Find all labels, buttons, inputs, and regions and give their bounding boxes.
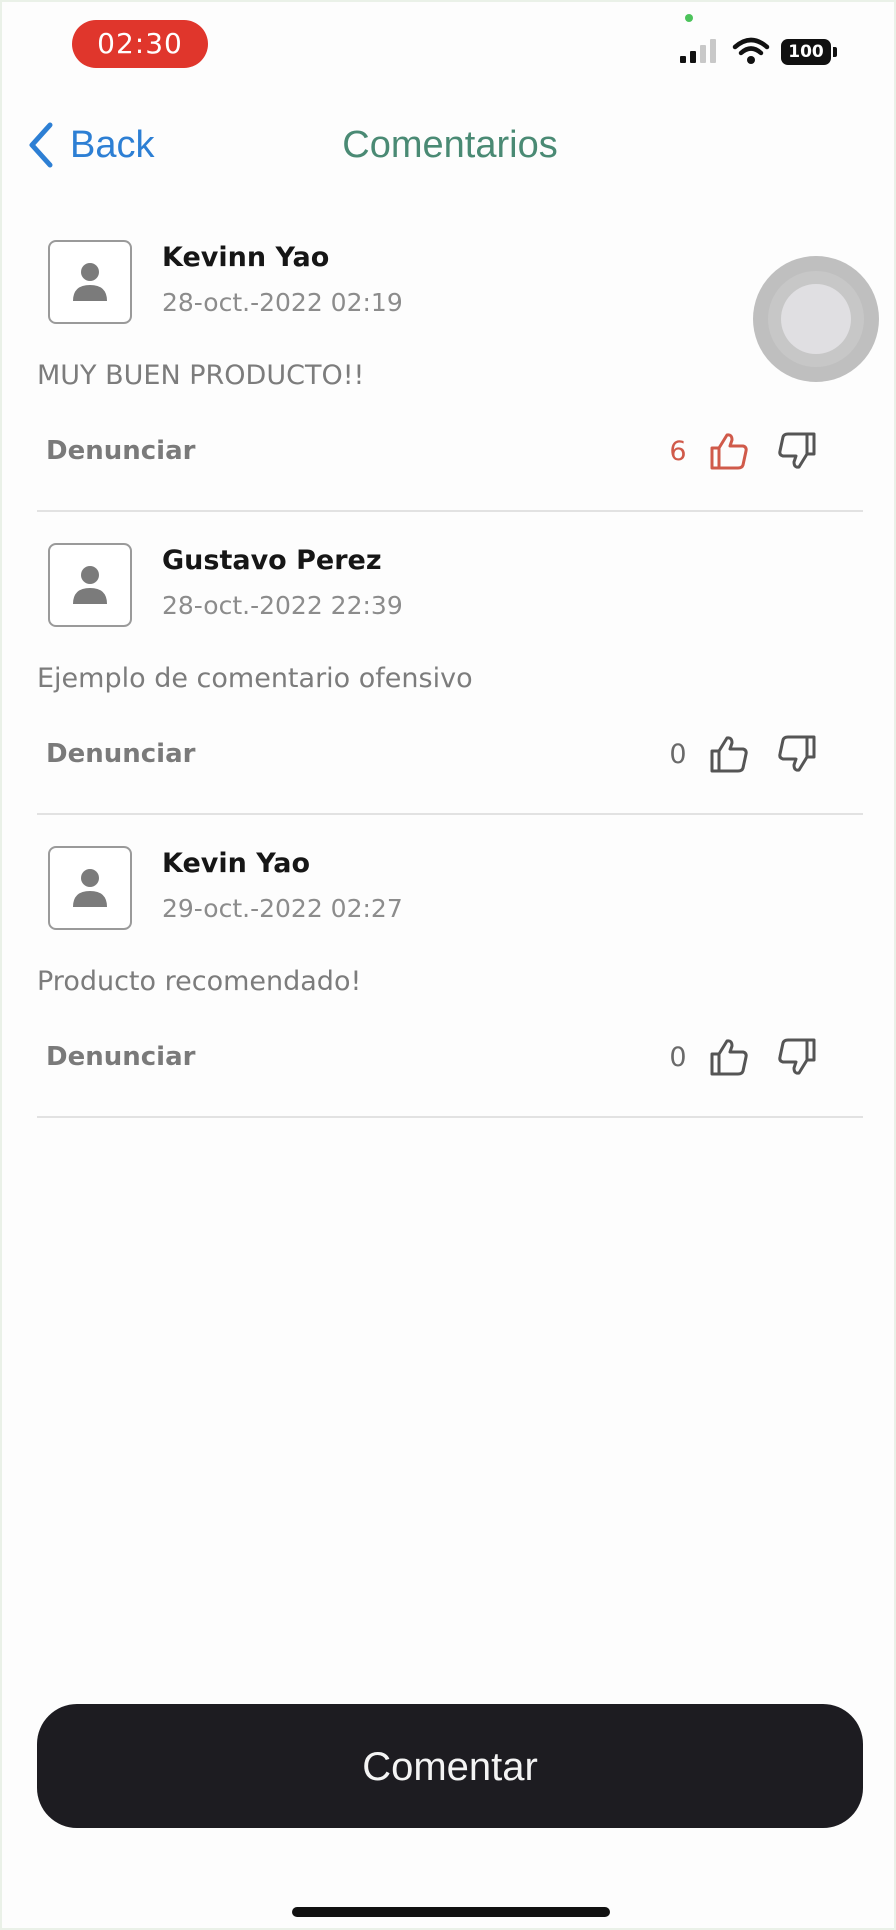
user-icon — [73, 263, 107, 301]
comment-list: Kevinn Yao 28-oct.-2022 02:19 MUY BUEN P… — [2, 232, 894, 1141]
navigation-bar: Comentarios Back — [2, 102, 894, 186]
comment-text: Ejemplo de comentario ofensivo — [37, 663, 473, 694]
comment-text: MUY BUEN PRODUCTO!! — [37, 360, 365, 391]
report-button[interactable]: Denunciar — [46, 1042, 195, 1072]
comment-author: Kevin Yao — [162, 848, 311, 879]
thumbs-up-icon[interactable] — [708, 733, 750, 775]
report-button[interactable]: Denunciar — [46, 436, 195, 466]
report-button[interactable]: Denunciar — [46, 739, 195, 769]
thumbs-down-icon[interactable] — [776, 1036, 818, 1078]
avatar — [48, 846, 132, 930]
comment-item: Kevin Yao 29-oct.-2022 02:27 Producto re… — [2, 838, 894, 1141]
like-count: 6 — [669, 436, 687, 467]
chevron-left-icon — [29, 122, 53, 168]
comment-date: 28-oct.-2022 22:39 — [162, 591, 403, 620]
thumbs-up-icon[interactable] — [708, 430, 750, 472]
divider — [37, 510, 863, 512]
wifi-icon — [732, 37, 770, 64]
comment-item: Gustavo Perez 28-oct.-2022 22:39 Ejemplo… — [2, 535, 894, 838]
home-indicator[interactable] — [292, 1907, 610, 1917]
like-count: 0 — [669, 1042, 687, 1073]
user-icon — [73, 869, 107, 907]
thumbs-down-icon[interactable] — [776, 733, 818, 775]
thumbs-up-icon[interactable] — [708, 1036, 750, 1078]
status-time: 02:30 — [72, 20, 208, 68]
divider — [37, 1116, 863, 1118]
battery-level: 100 — [781, 39, 831, 65]
privacy-indicator-dot — [685, 14, 693, 22]
back-label: Back — [70, 123, 155, 166]
thumbs-down-icon[interactable] — [776, 430, 818, 472]
comment-button[interactable]: Comentar — [37, 1704, 863, 1828]
comment-author: Gustavo Perez — [162, 545, 382, 576]
signal-icon — [680, 39, 716, 63]
assistive-touch-button[interactable] — [753, 256, 879, 382]
comment-date: 29-oct.-2022 02:27 — [162, 894, 403, 923]
comment-author: Kevinn Yao — [162, 242, 330, 273]
back-button[interactable]: Back — [26, 120, 154, 170]
comment-date: 28-oct.-2022 02:19 — [162, 288, 403, 317]
avatar — [48, 240, 132, 324]
comment-text: Producto recomendado! — [37, 966, 362, 997]
battery-icon: 100 — [781, 38, 839, 66]
avatar — [48, 543, 132, 627]
status-bar: 02:30 100 — [2, 2, 894, 92]
user-icon — [73, 566, 107, 604]
comment-item: Kevinn Yao 28-oct.-2022 02:19 MUY BUEN P… — [2, 232, 894, 535]
like-count: 0 — [669, 739, 687, 770]
divider — [37, 813, 863, 815]
